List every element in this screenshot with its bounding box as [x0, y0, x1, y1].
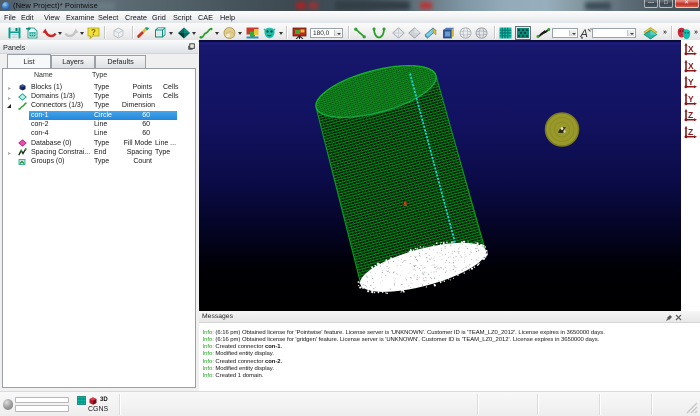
- svg-text:X: X: [688, 44, 694, 54]
- svg-text:Z: Z: [688, 126, 693, 136]
- svg-text:Z: Z: [688, 110, 693, 120]
- svg-text:Y: Y: [688, 93, 694, 103]
- svg-text:X: X: [688, 60, 694, 70]
- svg-text:Y: Y: [688, 77, 694, 87]
- svg-text:?: ?: [91, 28, 96, 37]
